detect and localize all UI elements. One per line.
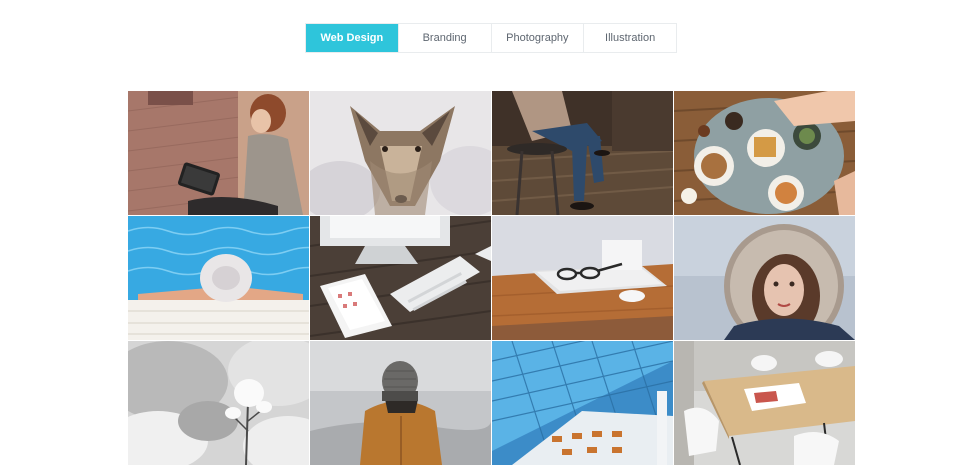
gallery-item-breakfast[interactable]	[674, 91, 855, 215]
gallery-item-glasses-laptop[interactable]	[492, 216, 673, 340]
gallery-item-desk-keyboard[interactable]	[310, 216, 491, 340]
portfolio-gallery	[128, 91, 855, 465]
gallery-item-swimmer[interactable]	[128, 216, 309, 340]
gallery-item-beanie-man[interactable]	[310, 341, 491, 465]
gallery-item-table-chairs[interactable]	[674, 341, 855, 465]
tab-branding[interactable]: Branding	[397, 24, 491, 52]
gallery-item-bar-stool[interactable]	[492, 91, 673, 215]
tab-illustration[interactable]: Illustration	[583, 24, 676, 52]
gallery-item-woman-tablet[interactable]	[128, 91, 309, 215]
portfolio-page: Web Design Branding Photography Illustra…	[0, 0, 980, 471]
filter-tab-bar: Web Design Branding Photography Illustra…	[305, 23, 677, 53]
tab-web-design[interactable]: Web Design	[306, 24, 398, 52]
gallery-item-snowy-plant[interactable]	[128, 341, 309, 465]
tab-photography[interactable]: Photography	[490, 24, 584, 52]
gallery-item-fur-hood[interactable]	[674, 216, 855, 340]
gallery-item-glass-atrium[interactable]	[492, 341, 673, 465]
gallery-item-coyote[interactable]	[310, 91, 491, 215]
